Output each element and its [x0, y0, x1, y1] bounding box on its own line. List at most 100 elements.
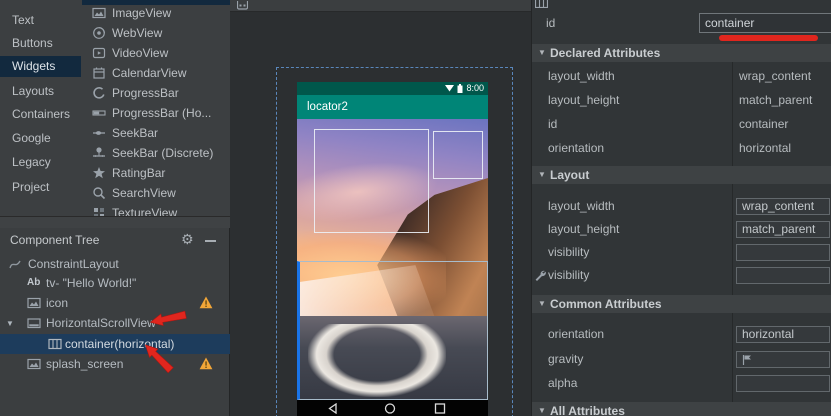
id-label: id [546, 13, 555, 33]
section-common-attributes[interactable]: ▼ Common Attributes [532, 295, 831, 313]
chevron-expanded-icon: ▼ [538, 166, 546, 184]
background-photo [297, 119, 488, 400]
tree-item-container-horizontal[interactable]: container(horizontal) [0, 334, 230, 354]
attr-row-visibility: visibility [532, 241, 831, 264]
ratingbar-icon [92, 166, 106, 180]
home-icon [384, 403, 396, 414]
gravity-input[interactable] [736, 351, 830, 368]
palette-category-widgets[interactable]: Widgets [0, 56, 81, 77]
palette-category-text[interactable]: Text [0, 10, 81, 31]
tree-item-textview[interactable]: Ab tv- "Hello World!" [0, 273, 230, 293]
design-toolbar [230, 0, 531, 12]
view-bounds-outline[interactable] [433, 131, 483, 179]
palette-category-project[interactable]: Project [0, 177, 81, 198]
layout-width-dropdown[interactable]: wrap_content [736, 198, 830, 215]
textureview-icon [92, 206, 106, 216]
imageview-icon [27, 296, 41, 310]
section-all-attributes[interactable]: ▼ All Attributes [532, 402, 831, 416]
recents-icon [434, 403, 446, 414]
back-icon [327, 403, 339, 414]
attr-row-orientation: orientation horizontal [532, 323, 831, 346]
tree-item-splash-screen[interactable]: splash_screen [0, 354, 230, 374]
attributes-panel: id container ▼ Declared Attributes layou… [531, 0, 831, 416]
component-tree-title: Component Tree [10, 228, 99, 252]
app-title: locator2 [307, 95, 348, 119]
progressbar-icon [92, 86, 106, 100]
imageview-icon [92, 6, 106, 20]
gear-icon[interactable]: ⚙ [181, 231, 194, 248]
palette-category-buttons[interactable]: Buttons [0, 33, 81, 54]
palette-item-textureview[interactable]: TextureView [81, 203, 230, 216]
palette-item-progressbar[interactable]: ProgressBar [81, 83, 230, 103]
design-surface[interactable]: 8:00 locator2 [230, 0, 531, 416]
palette-item-searchview[interactable]: SearchView [81, 183, 230, 203]
seekbar-icon [92, 126, 106, 140]
device-screen-preview[interactable]: 8:00 locator2 [297, 82, 488, 416]
alpha-input[interactable] [736, 375, 830, 392]
linearlayout-horizontal-icon [48, 337, 62, 351]
android-nav-bar [297, 400, 488, 416]
chevron-expanded-icon: ▼ [538, 44, 546, 62]
attr-row-layout-height: layout_height match_parent [532, 218, 831, 241]
status-time: 8:00 [466, 84, 484, 93]
red-underline-annotation [719, 35, 818, 41]
progressbar-horizontal-icon [92, 106, 106, 120]
section-declared-attributes[interactable]: ▼ Declared Attributes [532, 44, 831, 62]
wrench-icon [534, 269, 546, 281]
tools-visibility-input[interactable] [736, 267, 830, 284]
textview-icon: Ab [27, 277, 41, 291]
android-status-bar: 8:00 [297, 82, 488, 95]
webview-icon [92, 26, 106, 40]
palette-item-imageview[interactable]: ImageView [81, 3, 230, 23]
chevron-expanded-icon: ▼ [538, 402, 546, 416]
tree-item-constraintlayout[interactable]: ConstraintLayout [0, 254, 230, 274]
section-layout[interactable]: ▼ Layout [532, 166, 831, 184]
palette-category-layouts[interactable]: Layouts [0, 81, 81, 102]
android-studio-layout-editor: Text Buttons Widgets Layouts Containers … [0, 0, 831, 416]
visibility-input[interactable] [736, 244, 830, 261]
chevron-expanded-icon[interactable]: ▼ [6, 319, 14, 328]
attr-row-layout-width: layout_width wrap_content [532, 195, 831, 218]
palette-category-legacy[interactable]: Legacy [0, 152, 81, 173]
palette-category-containers[interactable]: Containers [0, 104, 81, 125]
layout-height-dropdown[interactable]: match_parent [736, 221, 830, 238]
tree-item-icon[interactable]: icon [0, 293, 230, 313]
attr-row-layout-height: layout_height match_parent [532, 88, 831, 112]
tree-item-horizontalscrollview[interactable]: ▼ HorizontalScrollView [0, 313, 230, 333]
minimize-icon[interactable] [205, 240, 216, 242]
attr-row-alpha: alpha [532, 372, 831, 395]
attr-row-tools-visibility: visibility [532, 264, 831, 287]
palette-item-ratingbar[interactable]: RatingBar [81, 163, 230, 183]
orientation-dropdown[interactable]: horizontal [736, 326, 830, 343]
palette-item-seekbar[interactable]: SeekBar [81, 123, 230, 143]
image-icon [237, 1, 248, 11]
component-tree-panel: Component Tree ⚙ ConstraintLayout Ab tv-… [0, 228, 230, 416]
imageview-icon [27, 357, 41, 371]
selected-container-bounds[interactable] [297, 261, 488, 400]
palette-item-calendarview[interactable]: CalendarView [81, 63, 230, 83]
seekbar-discrete-icon [92, 146, 106, 160]
chevron-expanded-icon: ▼ [538, 295, 546, 313]
warning-icon [199, 296, 213, 309]
linearlayout-horizontal-icon [535, 0, 548, 8]
calendarview-icon [92, 66, 106, 80]
horizontalscrollview-icon [27, 316, 41, 330]
attr-row-orientation: orientation horizontal [532, 136, 831, 160]
battery-icon [457, 84, 463, 93]
attr-row-id: id container [532, 112, 831, 136]
attr-row-gravity: gravity [532, 348, 831, 371]
videoview-icon [92, 46, 106, 60]
searchview-icon [92, 186, 106, 200]
palette-category-google[interactable]: Google [0, 128, 81, 149]
palette-widget-list: ImageView WebView VideoView CalendarView… [81, 0, 230, 216]
palette-item-seekbar-discrete[interactable]: SeekBar (Discrete) [81, 143, 230, 163]
palette-item-webview[interactable]: WebView [81, 23, 230, 43]
palette-item-videoview[interactable]: VideoView [81, 43, 230, 63]
wifi-icon [445, 85, 454, 92]
constraintlayout-icon [8, 257, 22, 271]
palette-categories: Text Buttons Widgets Layouts Containers … [0, 0, 81, 216]
view-bounds-outline[interactable] [314, 129, 429, 233]
id-input[interactable]: container [699, 13, 831, 33]
warning-icon [199, 357, 213, 370]
palette-item-progressbar-horizontal[interactable]: ProgressBar (Ho... [81, 103, 230, 123]
